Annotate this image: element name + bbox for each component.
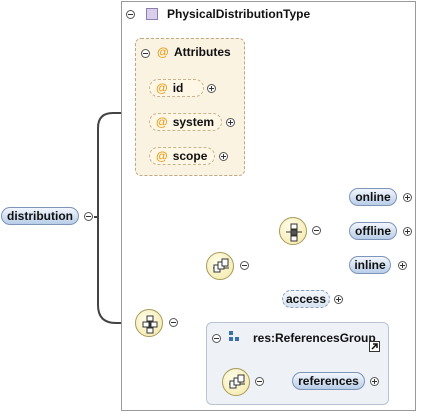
attributes-at-icon: @ — [157, 45, 169, 59]
collapse-group-icon[interactable] — [212, 334, 221, 343]
group-title: res:ReferencesGroup — [253, 331, 376, 345]
attribute-at-icon: @ — [156, 149, 168, 163]
attribute-label: scope — [172, 149, 208, 163]
collapse-type-icon[interactable] — [126, 10, 135, 19]
group-sequence-compositor[interactable] — [222, 368, 250, 396]
collapse-choice-icon[interactable] — [312, 226, 321, 235]
link-arrow-icon[interactable] — [369, 341, 380, 352]
complex-type-icon — [146, 8, 158, 20]
collapse-attributes-icon[interactable] — [141, 49, 150, 58]
sequence-compositor[interactable] — [135, 309, 163, 337]
expand-access-icon[interactable] — [334, 295, 343, 304]
collapse-sequence-icon[interactable] — [169, 318, 178, 327]
sequence-icon — [213, 258, 229, 273]
attribute-label: id — [172, 81, 184, 95]
expand-references-icon[interactable] — [370, 377, 379, 386]
expand-offline-icon[interactable] — [403, 227, 412, 236]
attribute-label: system — [172, 115, 215, 129]
attribute-at-icon: @ — [156, 81, 168, 95]
expand-inline-icon[interactable] — [398, 261, 407, 270]
element-access[interactable]: access — [282, 290, 330, 308]
expand-system-icon[interactable] — [226, 118, 235, 127]
choice-icon — [286, 223, 302, 242]
sub-sequence-compositor[interactable] — [206, 252, 234, 280]
complex-type-title: PhysicalDistributionType — [167, 7, 311, 21]
element-offline[interactable]: offline — [349, 222, 397, 240]
attribute-at-icon: @ — [156, 115, 168, 129]
element-distribution[interactable]: distribution — [1, 207, 79, 225]
element-online[interactable]: online — [349, 188, 397, 206]
sequence-icon — [142, 315, 158, 334]
choice-compositor[interactable] — [279, 217, 307, 245]
sequence-icon — [229, 374, 245, 389]
collapse-sub-sequence-icon[interactable] — [240, 261, 249, 270]
expand-id-icon[interactable] — [207, 84, 216, 93]
element-inline[interactable]: inline — [349, 256, 391, 274]
attribute-id[interactable]: @ id — [149, 79, 204, 97]
element-references[interactable]: references — [292, 372, 365, 390]
expand-scope-icon[interactable] — [219, 152, 228, 161]
expand-online-icon[interactable] — [403, 193, 412, 202]
group-icon — [229, 331, 239, 341]
attribute-system[interactable]: @ system — [149, 113, 222, 131]
collapse-group-sequence-icon[interactable] — [255, 377, 264, 386]
collapse-distribution-icon[interactable] — [84, 212, 93, 221]
attributes-heading: Attributes — [174, 45, 231, 59]
attribute-scope[interactable]: @ scope — [149, 147, 215, 165]
